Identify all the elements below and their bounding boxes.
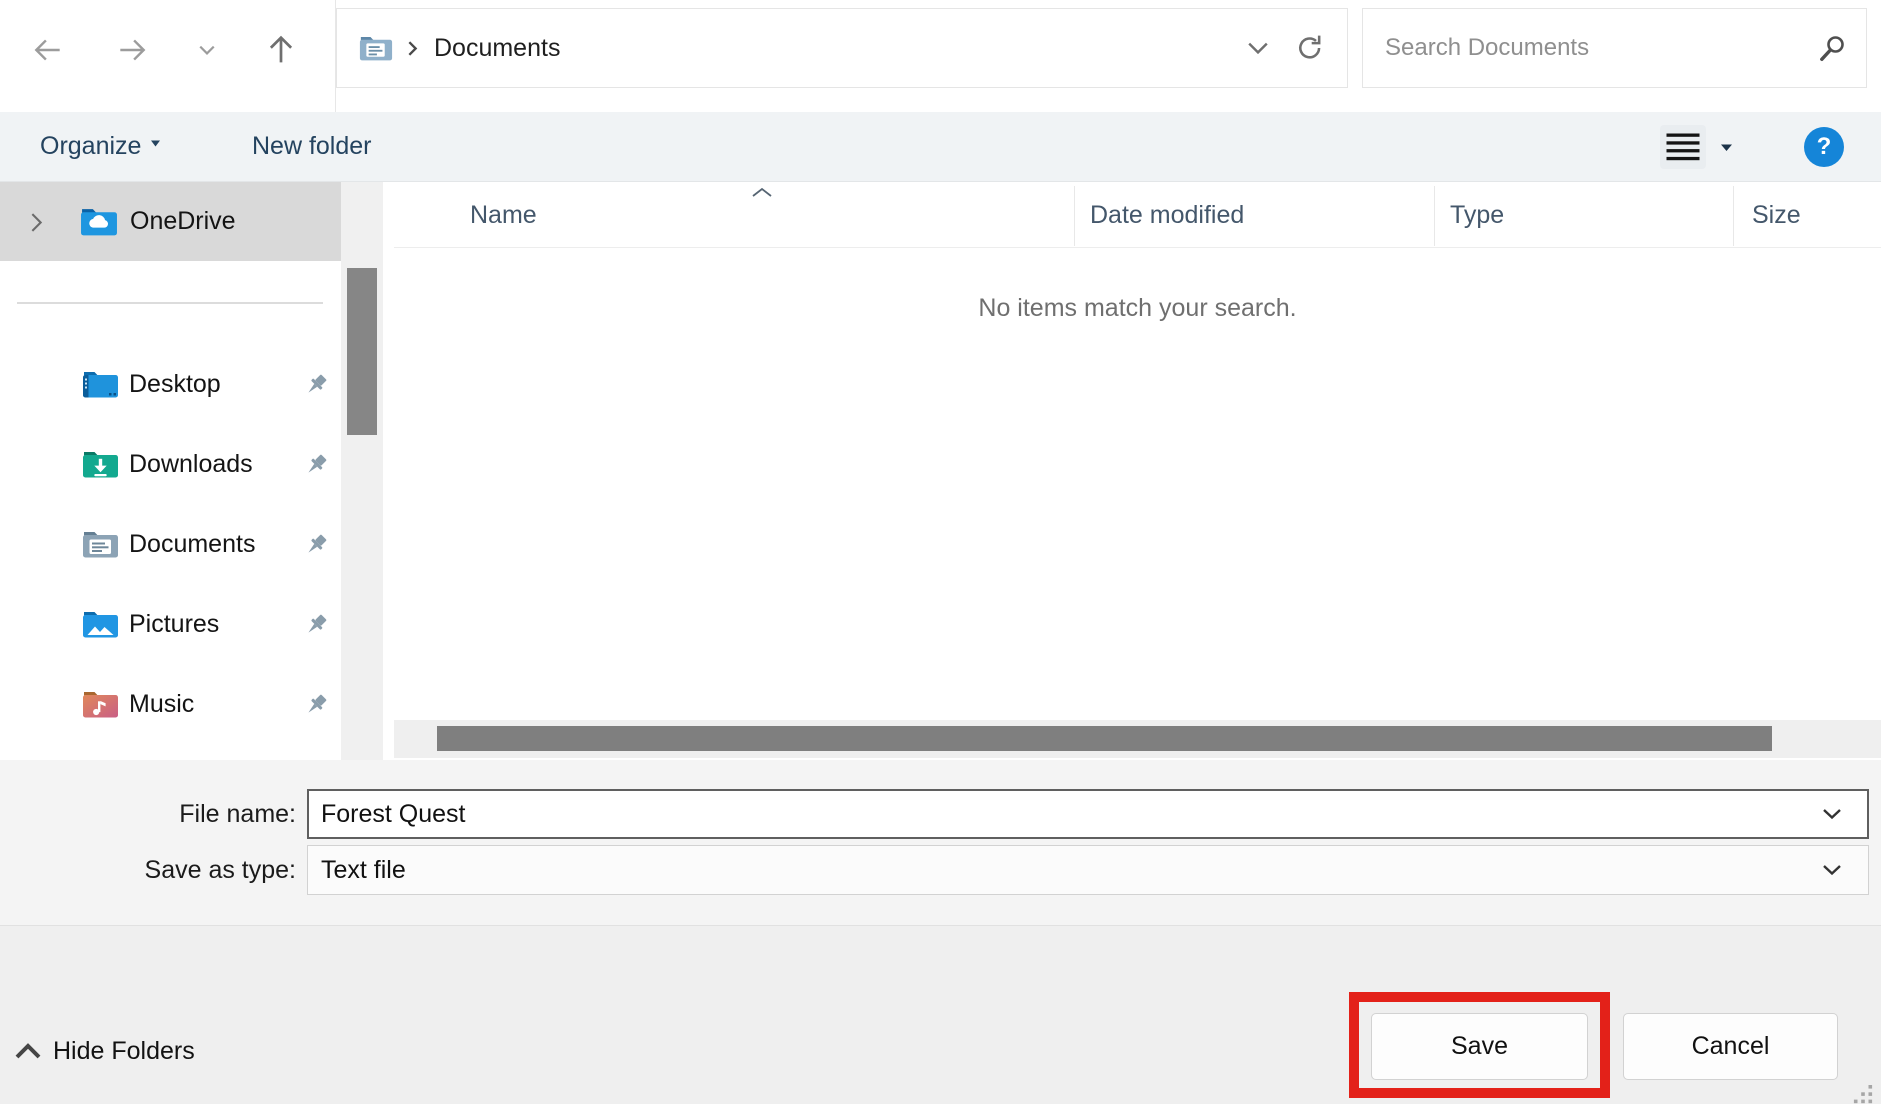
sort-ascending-icon [751, 187, 773, 198]
breadcrumb-chevron-icon [406, 39, 419, 58]
command-toolbar: Organize New folder ? [0, 112, 1881, 182]
column-header-type[interactable]: Type [1450, 201, 1504, 230]
column-header-name[interactable]: Name [470, 201, 537, 230]
horizontal-scrollbar-track[interactable] [394, 720, 1881, 758]
dialog-footer: Hide Folders Save Cancel [0, 925, 1881, 1104]
column-header-date-modified[interactable]: Date modified [1090, 201, 1244, 230]
search-box [1362, 8, 1867, 88]
chevron-up-icon [14, 1043, 42, 1060]
save-as-type-label: Save as type: [40, 845, 296, 895]
documents-folder-icon [359, 34, 393, 62]
address-dropdown-button[interactable] [1235, 9, 1281, 87]
sidebar-item-documents[interactable]: Documents [0, 521, 340, 567]
horizontal-scrollbar-thumb[interactable] [437, 726, 1772, 751]
breadcrumb-segment[interactable]: Documents [434, 34, 560, 63]
arrow-left-icon [31, 33, 65, 67]
organize-label: Organize [40, 132, 141, 161]
pictures-folder-icon [82, 609, 119, 639]
up-button[interactable] [259, 30, 303, 70]
sidebar-item-label: Downloads [129, 441, 253, 487]
dialog-body: OneDrive Desktop [0, 182, 1881, 760]
expand-chevron-icon[interactable] [28, 210, 45, 235]
sidebar-item-pictures[interactable]: Pictures [0, 601, 340, 647]
help-button[interactable]: ? [1804, 127, 1844, 167]
save-as-type-dropdown-chevron[interactable] [1822, 864, 1842, 876]
documents-folder-icon [82, 529, 119, 559]
column-header-size[interactable]: Size [1752, 201, 1801, 230]
column-divider[interactable] [1074, 186, 1075, 246]
caret-down-icon [150, 139, 161, 147]
file-name-input[interactable] [307, 789, 1869, 839]
search-icon[interactable] [1816, 33, 1848, 65]
chevron-down-icon [1247, 41, 1269, 55]
onedrive-folder-icon [80, 206, 118, 237]
desktop-folder-icon [82, 369, 119, 399]
save-as-type-select[interactable]: Text file [307, 845, 1869, 895]
pin-icon[interactable] [303, 451, 330, 478]
column-divider[interactable] [1434, 186, 1435, 246]
save-as-dialog: Documents [0, 0, 1881, 1104]
downloads-folder-icon [82, 449, 119, 479]
list-view-icon [1666, 132, 1700, 162]
caret-down-icon [1720, 143, 1733, 152]
sidebar-item-desktop[interactable]: Desktop [0, 361, 340, 407]
arrow-right-icon [115, 33, 149, 67]
header-underline [394, 247, 1881, 248]
sidebar-item-label: Music [129, 681, 194, 727]
save-button[interactable]: Save [1371, 1013, 1588, 1080]
arrow-up-icon [263, 32, 299, 68]
empty-list-message: No items match your search. [394, 294, 1881, 323]
organize-button[interactable]: Organize [40, 112, 161, 181]
pin-icon[interactable] [303, 611, 330, 638]
hide-folders-button[interactable]: Hide Folders [8, 1026, 201, 1076]
pin-icon[interactable] [303, 691, 330, 718]
sidebar-item-label: Documents [129, 521, 255, 567]
sidebar-separator [17, 302, 323, 304]
refresh-icon [1294, 32, 1326, 64]
new-folder-label: New folder [252, 132, 372, 161]
file-name-dropdown-chevron[interactable] [1822, 808, 1842, 820]
sidebar-item-music[interactable]: Music [0, 681, 340, 727]
sidebar-item-label: OneDrive [130, 182, 236, 261]
back-button[interactable] [26, 30, 70, 70]
pin-icon[interactable] [303, 531, 330, 558]
sidebar-scrollbar-track[interactable] [341, 182, 383, 760]
pin-icon[interactable] [303, 371, 330, 398]
cancel-button[interactable]: Cancel [1623, 1013, 1838, 1080]
sidebar-item-label: Pictures [129, 601, 219, 647]
hide-folders-label: Hide Folders [53, 1037, 195, 1066]
sidebar-scrollbar-thumb[interactable] [347, 268, 377, 435]
new-folder-button[interactable]: New folder [252, 112, 372, 181]
view-mode-button[interactable] [1660, 125, 1706, 169]
music-folder-icon [82, 689, 119, 719]
navigation-bar: Documents [0, 0, 1881, 112]
column-divider[interactable] [1733, 186, 1734, 246]
search-input[interactable] [1363, 9, 1825, 87]
sidebar-item-onedrive[interactable]: OneDrive [0, 182, 341, 261]
sidebar-item-downloads[interactable]: Downloads [0, 441, 340, 487]
view-options-caret[interactable] [1720, 143, 1733, 152]
chevron-down-icon [198, 44, 216, 56]
sidebar-item-label: Desktop [129, 361, 221, 407]
file-name-label: File name: [40, 789, 296, 839]
address-bar[interactable]: Documents [336, 8, 1348, 88]
file-form-panel: File name: Save as type: Text file [0, 760, 1881, 925]
refresh-button[interactable] [1281, 9, 1339, 87]
question-mark-glyph: ? [1817, 133, 1832, 161]
forward-button[interactable] [110, 30, 154, 70]
recent-locations-button[interactable] [186, 36, 228, 64]
resize-grip[interactable] [1853, 1084, 1873, 1104]
save-as-type-value: Text file [321, 856, 406, 884]
